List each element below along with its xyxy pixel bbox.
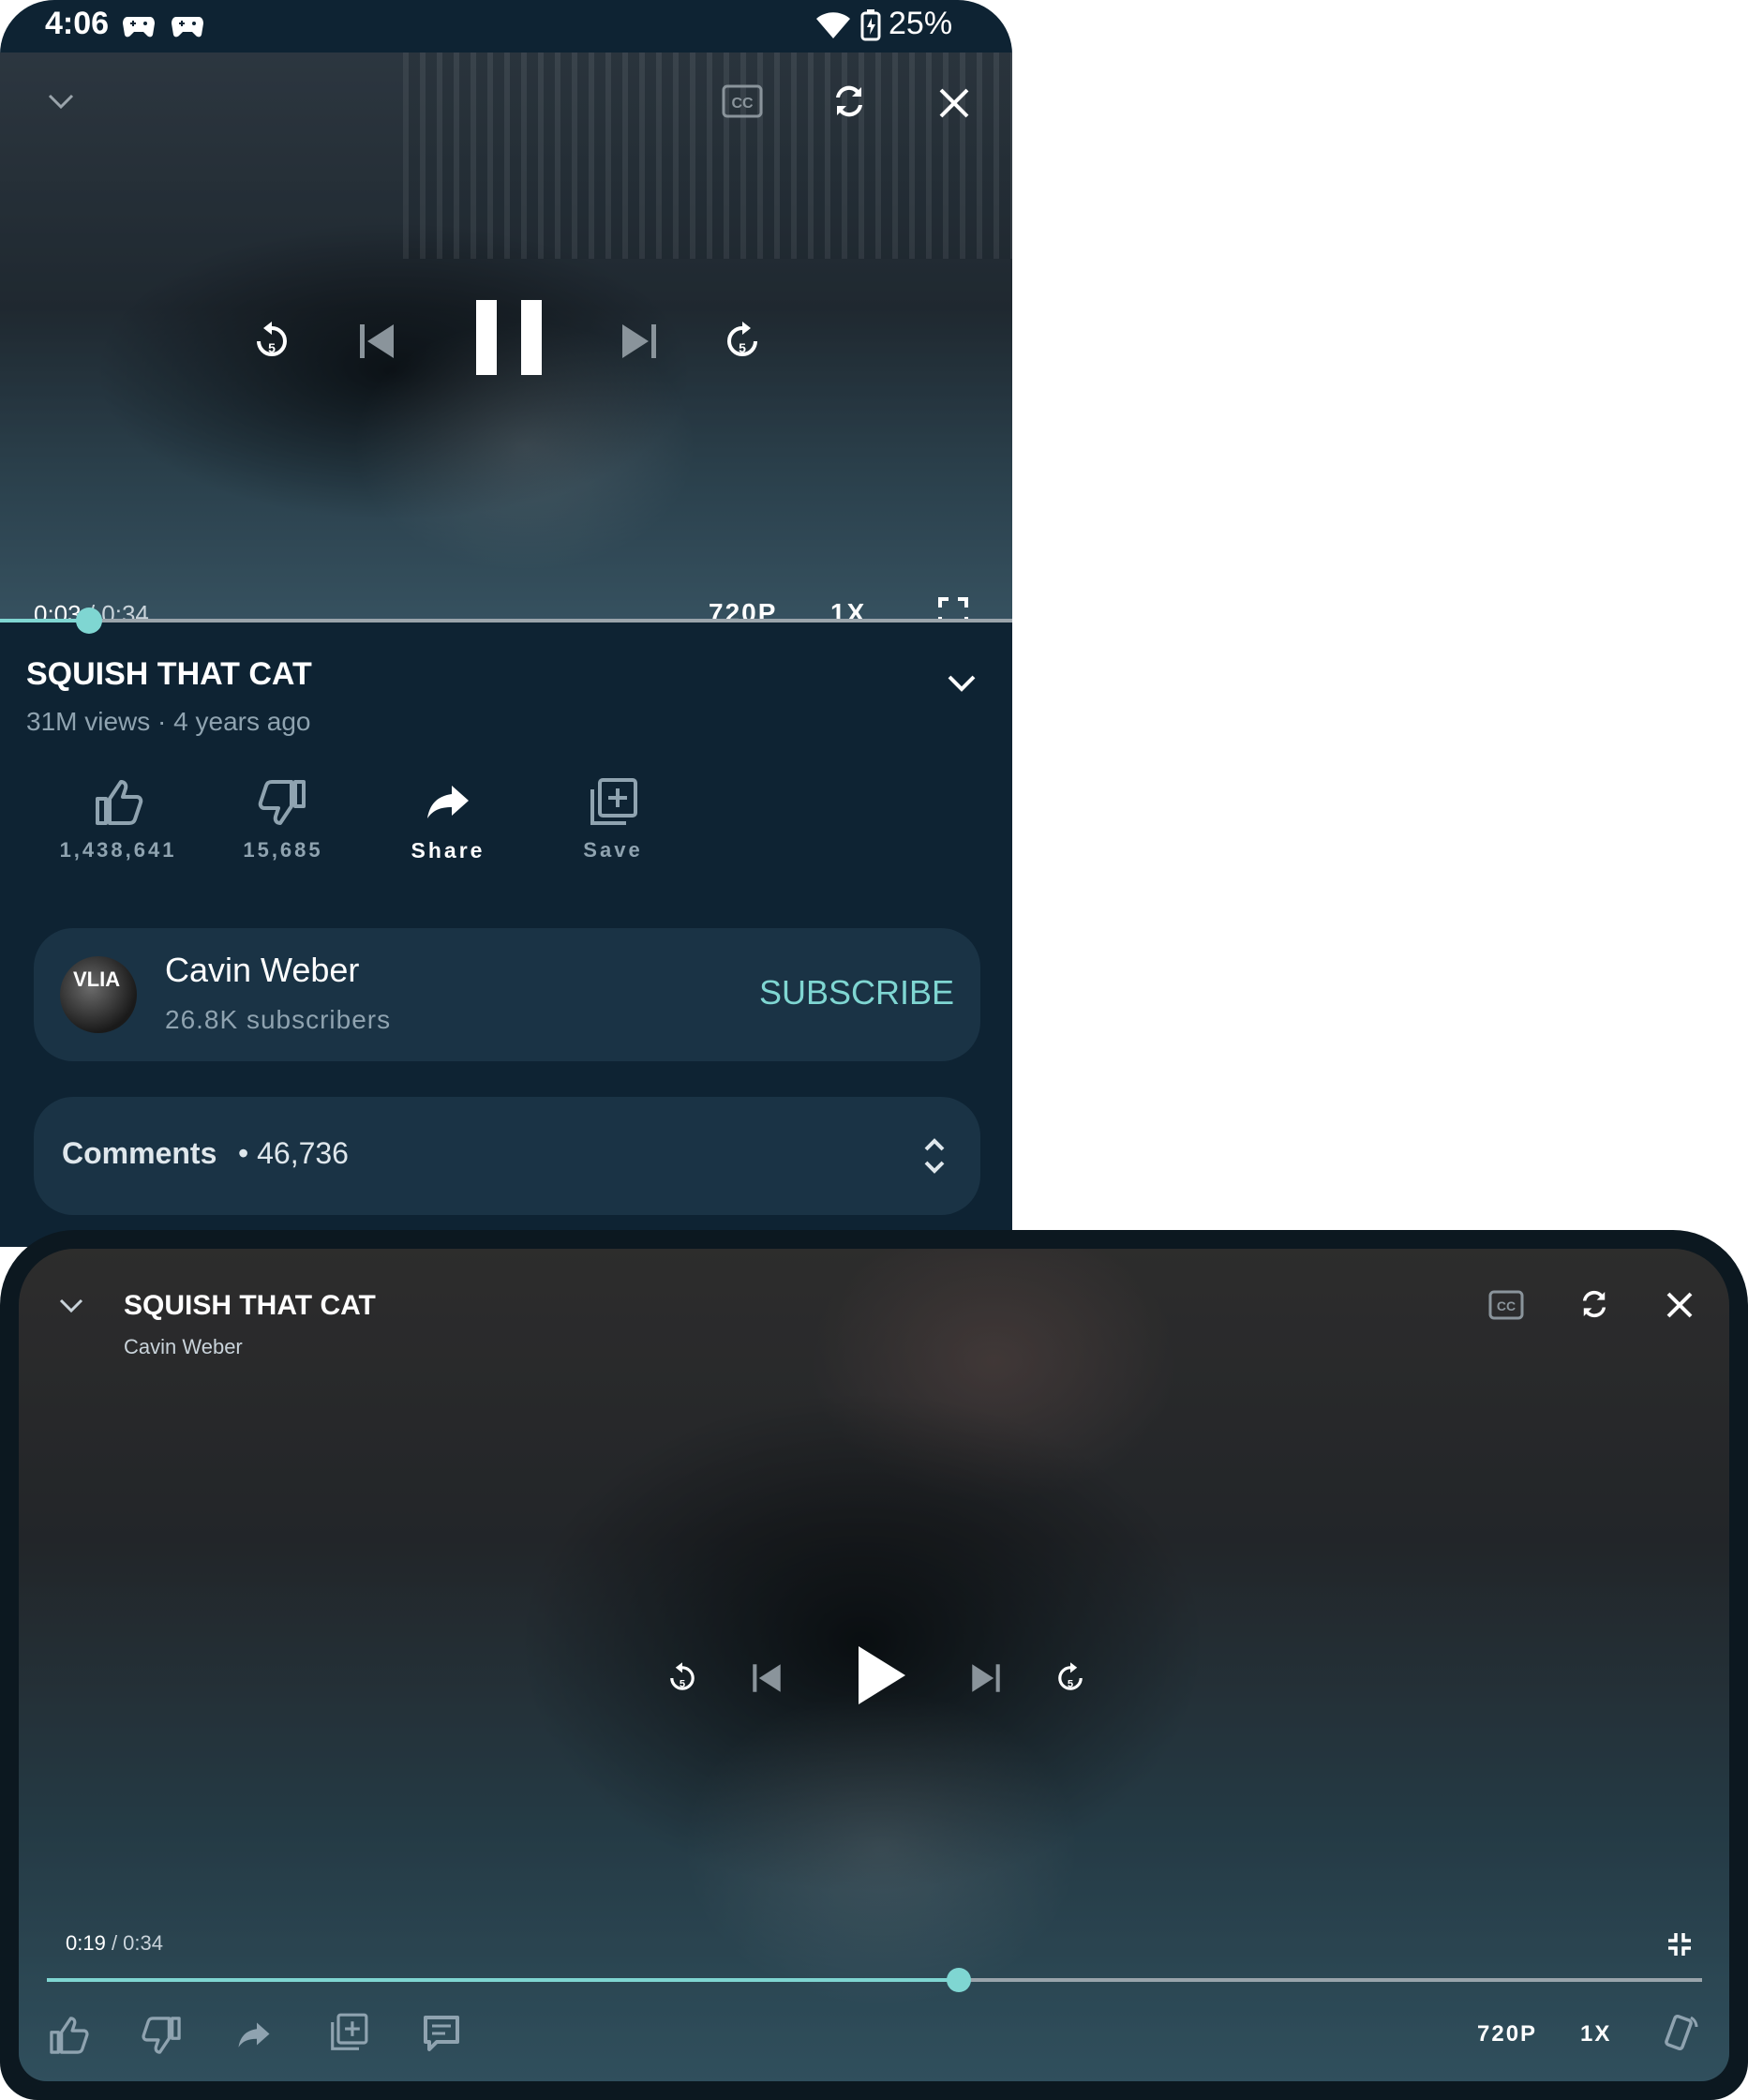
current-time: 0:19 — [66, 1931, 106, 1955]
battery-percent: 25% — [889, 6, 953, 41]
thumb-up-icon[interactable] — [47, 2014, 90, 2057]
quality-button[interactable]: 720P — [709, 598, 777, 621]
thumb-down-icon — [201, 776, 366, 829]
current-time: 0:03 — [34, 600, 82, 621]
share-icon[interactable] — [234, 2016, 274, 2055]
playlist-add-icon — [530, 776, 695, 829]
subscriber-count: 26.8K subscribers — [165, 1005, 392, 1034]
skip-previous-icon[interactable] — [750, 1661, 784, 1695]
svg-text:CC: CC — [1497, 1298, 1516, 1313]
skip-previous-icon[interactable] — [356, 321, 397, 362]
game-controller-icon — [122, 13, 156, 39]
svg-text:5: 5 — [268, 340, 276, 355]
playback-time: 0:19 / 0:34 — [66, 1931, 163, 1956]
channel-card[interactable]: VLIA Cavin Weber 26.8K subscribers SUBSC… — [34, 928, 980, 1061]
progress-thumb[interactable] — [76, 608, 103, 634]
share-label: Share — [411, 838, 486, 862]
video-title: SQUISH THAT CAT — [26, 656, 312, 692]
play-icon[interactable] — [855, 1642, 907, 1708]
autoplay-icon[interactable] — [829, 79, 870, 124]
landscape-phone-screen: SQUISH THAT CAT Cavin Weber CC 5 5 0:19 … — [0, 1230, 1748, 2100]
status-bar: 4:06 25% — [0, 0, 1012, 52]
forward-5-icon[interactable]: 5 — [1055, 1661, 1085, 1695]
speed-button[interactable]: 1X — [1580, 2021, 1611, 2048]
channel-name: Cavin Weber — [124, 1335, 243, 1358]
autoplay-icon[interactable] — [1576, 1284, 1612, 1324]
comments-label: Comments — [62, 1136, 217, 1170]
fullscreen-icon[interactable] — [937, 596, 969, 621]
close-icon[interactable] — [935, 84, 973, 122]
comment-icon[interactable] — [422, 2014, 461, 2053]
thumb-up-icon — [36, 776, 201, 829]
speed-button[interactable]: 1X — [830, 598, 866, 621]
playlist-add-icon[interactable] — [328, 2012, 369, 2053]
like-count: 1,438,641 — [59, 838, 177, 862]
svg-text:5: 5 — [680, 1679, 685, 1690]
pause-icon[interactable] — [476, 300, 542, 375]
svg-text:5: 5 — [739, 340, 746, 355]
like-button[interactable]: 1,438,641 — [36, 776, 201, 862]
game-controller-icon — [171, 13, 204, 39]
video-player-landscape[interactable]: SQUISH THAT CAT Cavin Weber CC 5 5 0:19 … — [19, 1249, 1729, 2081]
thumb-down-icon[interactable] — [141, 2014, 184, 2057]
replay-5-icon[interactable]: 5 — [667, 1661, 697, 1695]
chevron-down-icon[interactable] — [947, 673, 977, 694]
progress-bar[interactable] — [47, 1968, 1702, 1992]
channel-name[interactable]: Cavin Weber — [165, 951, 359, 990]
share-icon — [366, 776, 530, 829]
exit-fullscreen-icon[interactable] — [1666, 1931, 1693, 1958]
skip-next-icon[interactable] — [619, 321, 660, 362]
wifi-icon — [815, 11, 851, 39]
forward-5-icon[interactable]: 5 — [724, 321, 761, 362]
chevron-down-icon[interactable] — [47, 92, 75, 111]
avatar-text: VLIA — [73, 968, 121, 991]
quality-button[interactable]: 720P — [1477, 2021, 1537, 2048]
closed-captions-icon[interactable]: CC — [722, 84, 763, 118]
subscribe-button[interactable]: SUBSCRIBE — [759, 973, 954, 1012]
svg-text:5: 5 — [1068, 1679, 1073, 1690]
dislike-count: 15,685 — [243, 838, 323, 862]
dislike-button[interactable]: 15,685 — [201, 776, 366, 862]
skip-next-icon[interactable] — [969, 1661, 1003, 1695]
video-player[interactable]: CC 5 5 0:03 / 0:34 720P 1X — [0, 52, 1012, 621]
svg-text:CC: CC — [731, 96, 754, 112]
save-label: Save — [583, 838, 643, 862]
expand-icon[interactable] — [922, 1136, 947, 1176]
progress-thumb[interactable] — [947, 1968, 972, 1992]
avatar[interactable]: VLIA — [60, 956, 137, 1033]
portrait-phone-screen: 4:06 25% CC 5 5 0:03 / 0:34 720P 1X SQUI… — [0, 0, 1012, 1247]
replay-5-icon[interactable]: 5 — [253, 321, 291, 362]
close-icon[interactable] — [1665, 1290, 1695, 1320]
battery-icon — [860, 9, 881, 41]
total-time: / 0:34 — [111, 1931, 163, 1955]
rotate-icon[interactable] — [1661, 2012, 1702, 2053]
share-button[interactable]: Share — [366, 776, 530, 863]
video-title: SQUISH THAT CAT — [124, 1290, 376, 1321]
status-time: 4:06 — [45, 6, 110, 41]
video-meta: 31M views · 4 years ago — [26, 707, 311, 736]
progress-bar[interactable] — [0, 608, 1012, 634]
save-button[interactable]: Save — [530, 776, 695, 862]
progress-fill — [47, 1978, 960, 1982]
chevron-down-icon[interactable] — [58, 1298, 84, 1314]
comments-card[interactable]: Comments • 46,736 — [34, 1097, 980, 1215]
closed-captions-icon[interactable]: CC — [1488, 1290, 1524, 1320]
comments-count: • 46,736 — [238, 1136, 349, 1170]
